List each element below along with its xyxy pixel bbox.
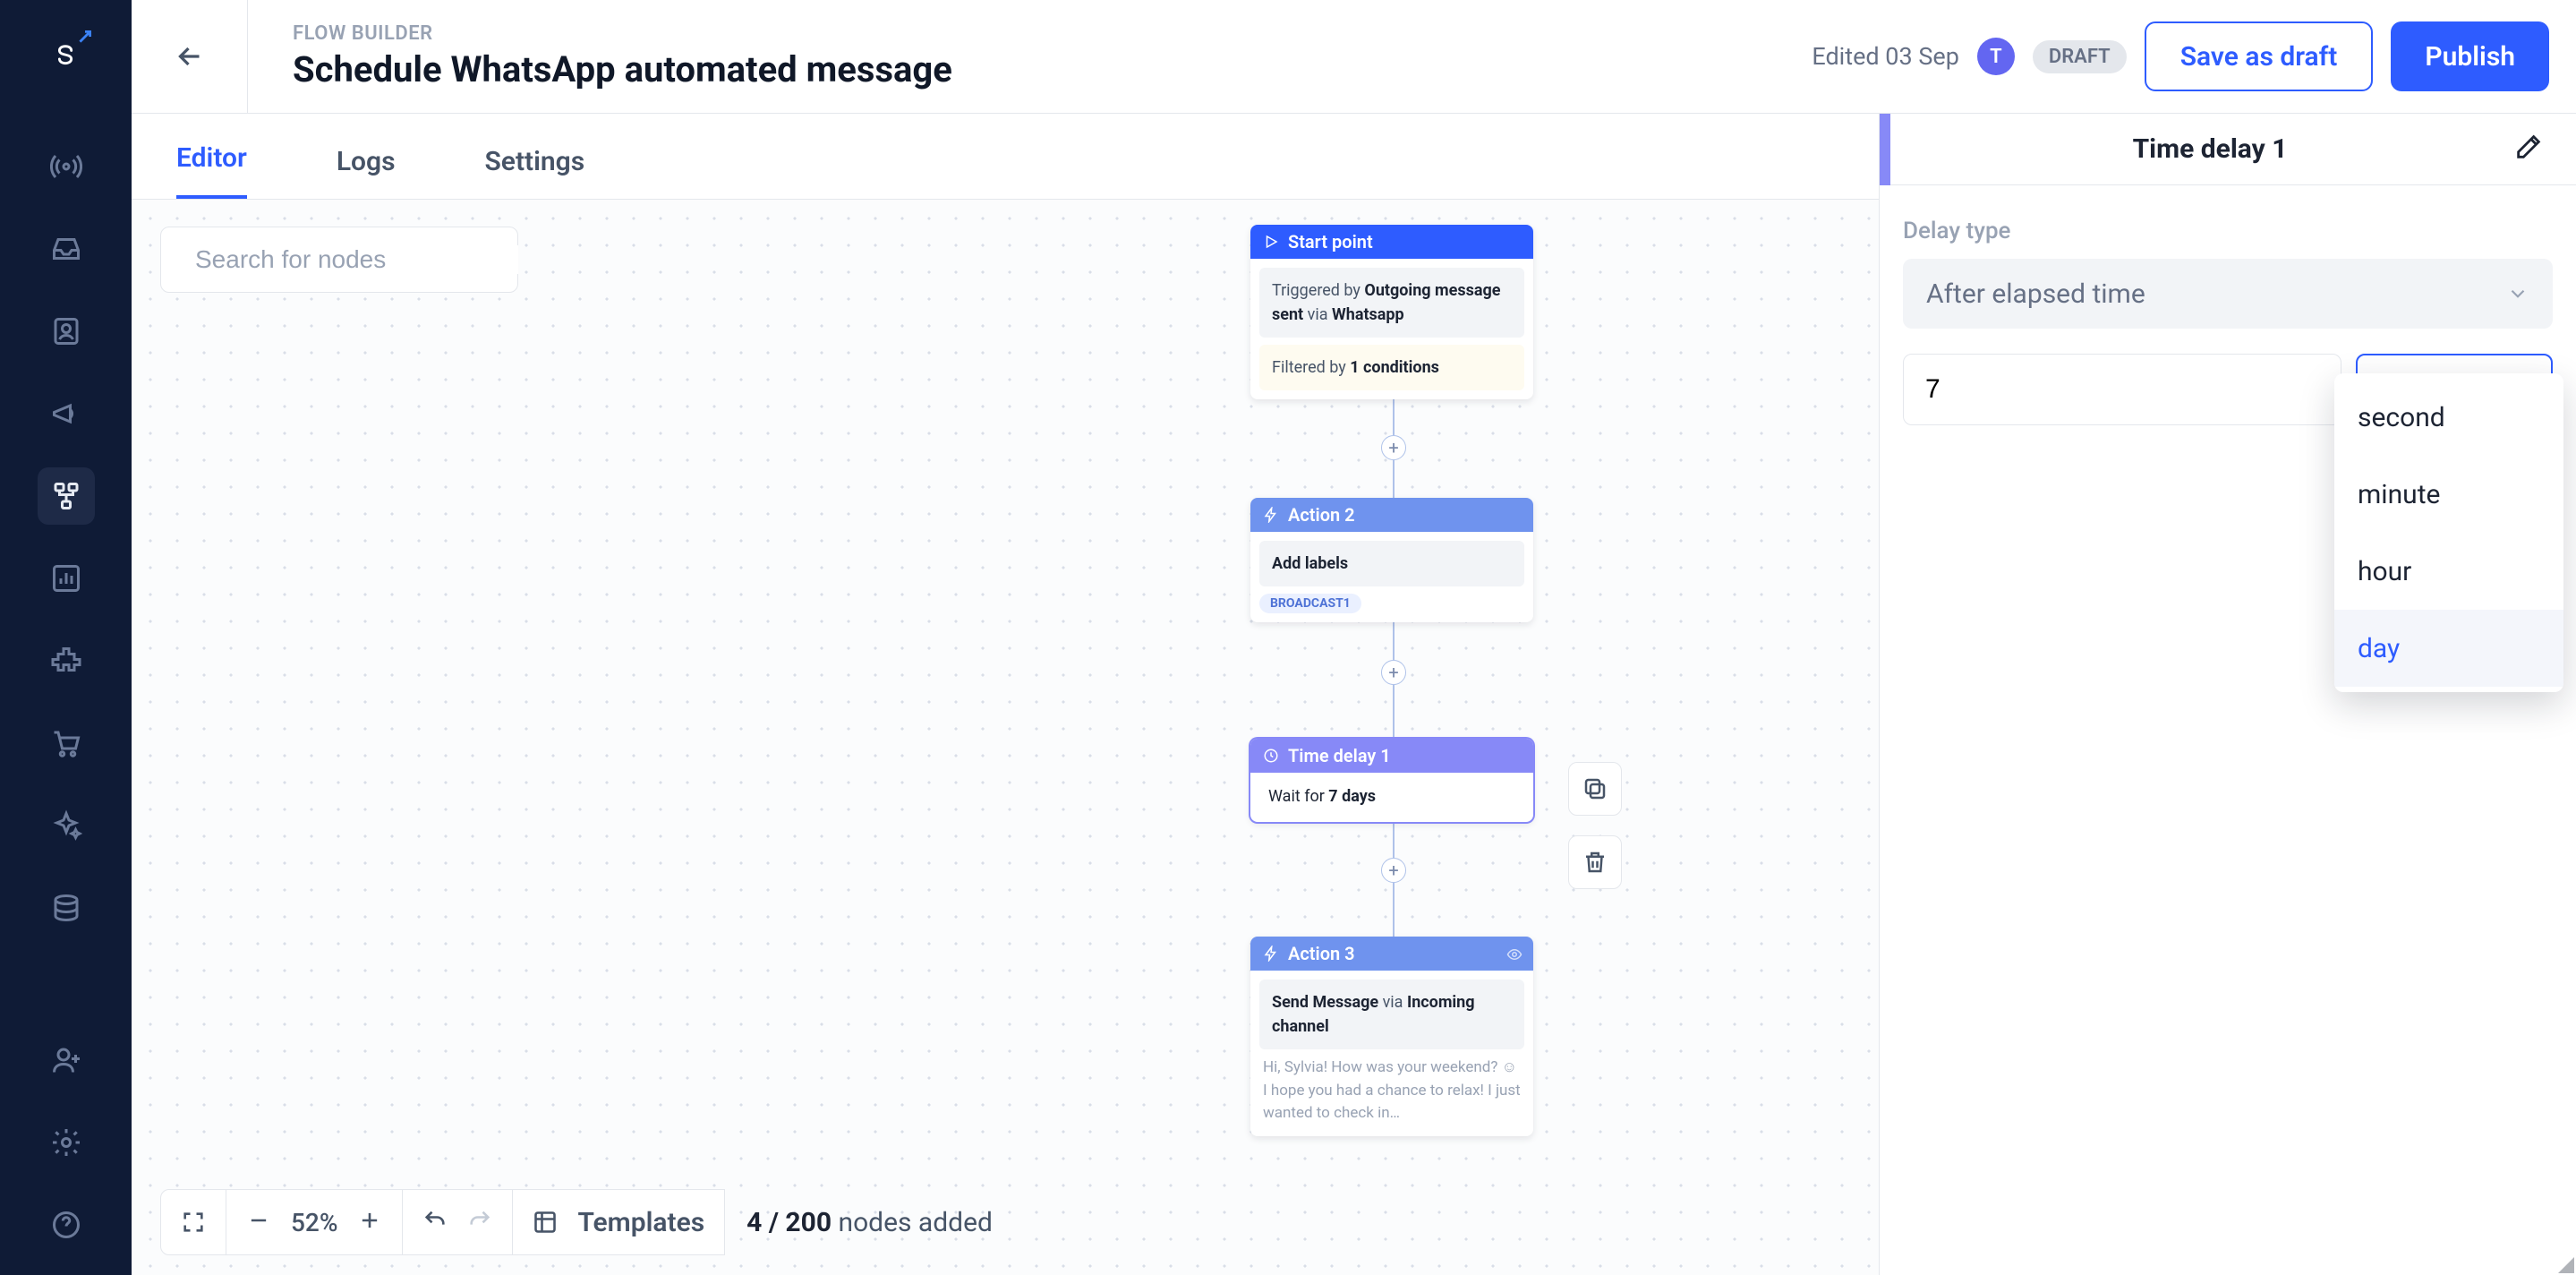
nav-help-icon[interactable] — [38, 1196, 95, 1254]
trigger-box: Triggered by Outgoing message sent via W… — [1259, 268, 1524, 338]
user-avatar[interactable]: T — [1977, 38, 2015, 75]
zoom-in-button[interactable] — [357, 1208, 382, 1236]
nav-invite-icon[interactable] — [38, 1031, 95, 1089]
delay-type-label: Delay type — [1903, 218, 2553, 244]
page-title: Schedule WhatsApp automated message — [293, 48, 952, 90]
nav-flowbuilder-icon[interactable] — [38, 467, 95, 525]
tab-settings[interactable]: Settings — [485, 146, 585, 199]
node-action-3[interactable]: Action 3 Send Message via Incoming chann… — [1250, 937, 1533, 1136]
action-body: Add labels — [1259, 541, 1524, 586]
node-title: Time delay 1 — [1288, 745, 1391, 766]
panel-title: Time delay 1 — [2133, 133, 2288, 165]
breadcrumb: FLOW BUILDER — [293, 22, 952, 45]
save-as-draft-button[interactable]: Save as draft — [2145, 21, 2374, 91]
app-logo[interactable] — [39, 30, 93, 84]
nav-commerce-icon[interactable] — [38, 715, 95, 772]
node-title: Action 2 — [1288, 504, 1355, 526]
back-button[interactable] — [132, 0, 248, 114]
templates-icon — [533, 1210, 558, 1235]
delay-text: Wait for 7 days — [1259, 782, 1524, 813]
nav-integrations-icon[interactable] — [38, 632, 95, 689]
node-action-2[interactable]: Action 2 Add labels BROADCAST1 — [1250, 498, 1533, 622]
unit-option-second[interactable]: second — [2334, 379, 2563, 456]
unit-dropdown: second minute hour day — [2334, 373, 2563, 692]
delay-value-input[interactable] — [1903, 354, 2341, 425]
add-node-button[interactable]: + — [1381, 435, 1406, 460]
play-icon — [1263, 234, 1279, 250]
duplicate-node-button[interactable] — [1568, 762, 1622, 816]
tab-editor[interactable]: Editor — [176, 142, 247, 199]
fit-view-button[interactable] — [160, 1189, 226, 1255]
action-body: Send Message via Incoming channel — [1259, 980, 1524, 1049]
nav-contacts-icon[interactable] — [38, 303, 95, 360]
page-header: FLOW BUILDER Schedule WhatsApp automated… — [132, 0, 2576, 114]
delete-node-button[interactable] — [1568, 835, 1622, 889]
panel-accent — [1880, 114, 1890, 185]
unit-option-hour[interactable]: hour — [2334, 533, 2563, 610]
unit-option-day[interactable]: day — [2334, 610, 2563, 687]
message-preview: Hi, Sylvia! How was your weekend? ☺ I ho… — [1250, 1049, 1533, 1136]
edited-timestamp: Edited 03 Sep — [1812, 42, 1959, 71]
undo-button[interactable] — [422, 1208, 448, 1236]
label-chip: BROADCAST1 — [1259, 594, 1361, 613]
filter-box: Filtered by 1 conditions — [1259, 345, 1524, 390]
flow-canvas[interactable]: Start point Triggered by Outgoing messag… — [132, 200, 1879, 1275]
zoom-percent: 52% — [291, 1208, 337, 1237]
resize-handle[interactable] — [2558, 1257, 2574, 1273]
nav-data-icon[interactable] — [38, 879, 95, 937]
chevron-down-icon — [2506, 282, 2529, 305]
clock-icon — [1263, 748, 1279, 764]
tab-logs[interactable]: Logs — [337, 146, 396, 199]
node-title: Start point — [1288, 231, 1373, 252]
nav-inbox-icon[interactable] — [38, 220, 95, 278]
nav-rail — [0, 0, 132, 1275]
status-badge: DRAFT — [2033, 40, 2127, 73]
add-node-button[interactable]: + — [1381, 858, 1406, 883]
bolt-icon — [1263, 946, 1279, 962]
delay-type-select[interactable]: After elapsed time — [1903, 259, 2553, 329]
node-time-delay[interactable]: Time delay 1 Wait for 7 days — [1250, 739, 1533, 822]
nodes-count: 4 / 200 nodes added — [746, 1207, 993, 1238]
zoom-out-button[interactable] — [246, 1208, 271, 1236]
inspector-panel: Time delay 1 Delay type After elapsed ti… — [1879, 114, 2576, 1275]
search-input[interactable] — [195, 245, 518, 274]
nav-broadcast-icon[interactable] — [38, 138, 95, 195]
node-start[interactable]: Start point Triggered by Outgoing messag… — [1250, 225, 1533, 399]
add-node-button[interactable]: + — [1381, 660, 1406, 685]
rename-button[interactable] — [2513, 132, 2549, 167]
redo-button[interactable] — [467, 1208, 492, 1236]
nav-settings-icon[interactable] — [38, 1114, 95, 1171]
nav-ai-icon[interactable] — [38, 797, 95, 854]
node-title: Action 3 — [1288, 943, 1355, 964]
templates-button[interactable]: Templates — [513, 1189, 725, 1255]
nav-reports-icon[interactable] — [38, 550, 95, 607]
publish-button[interactable]: Publish — [2391, 21, 2549, 91]
eye-icon — [1506, 946, 1523, 967]
search-nodes[interactable] — [160, 227, 518, 293]
bolt-icon — [1263, 507, 1279, 523]
nav-campaign-icon[interactable] — [38, 385, 95, 442]
unit-option-minute[interactable]: minute — [2334, 456, 2563, 533]
